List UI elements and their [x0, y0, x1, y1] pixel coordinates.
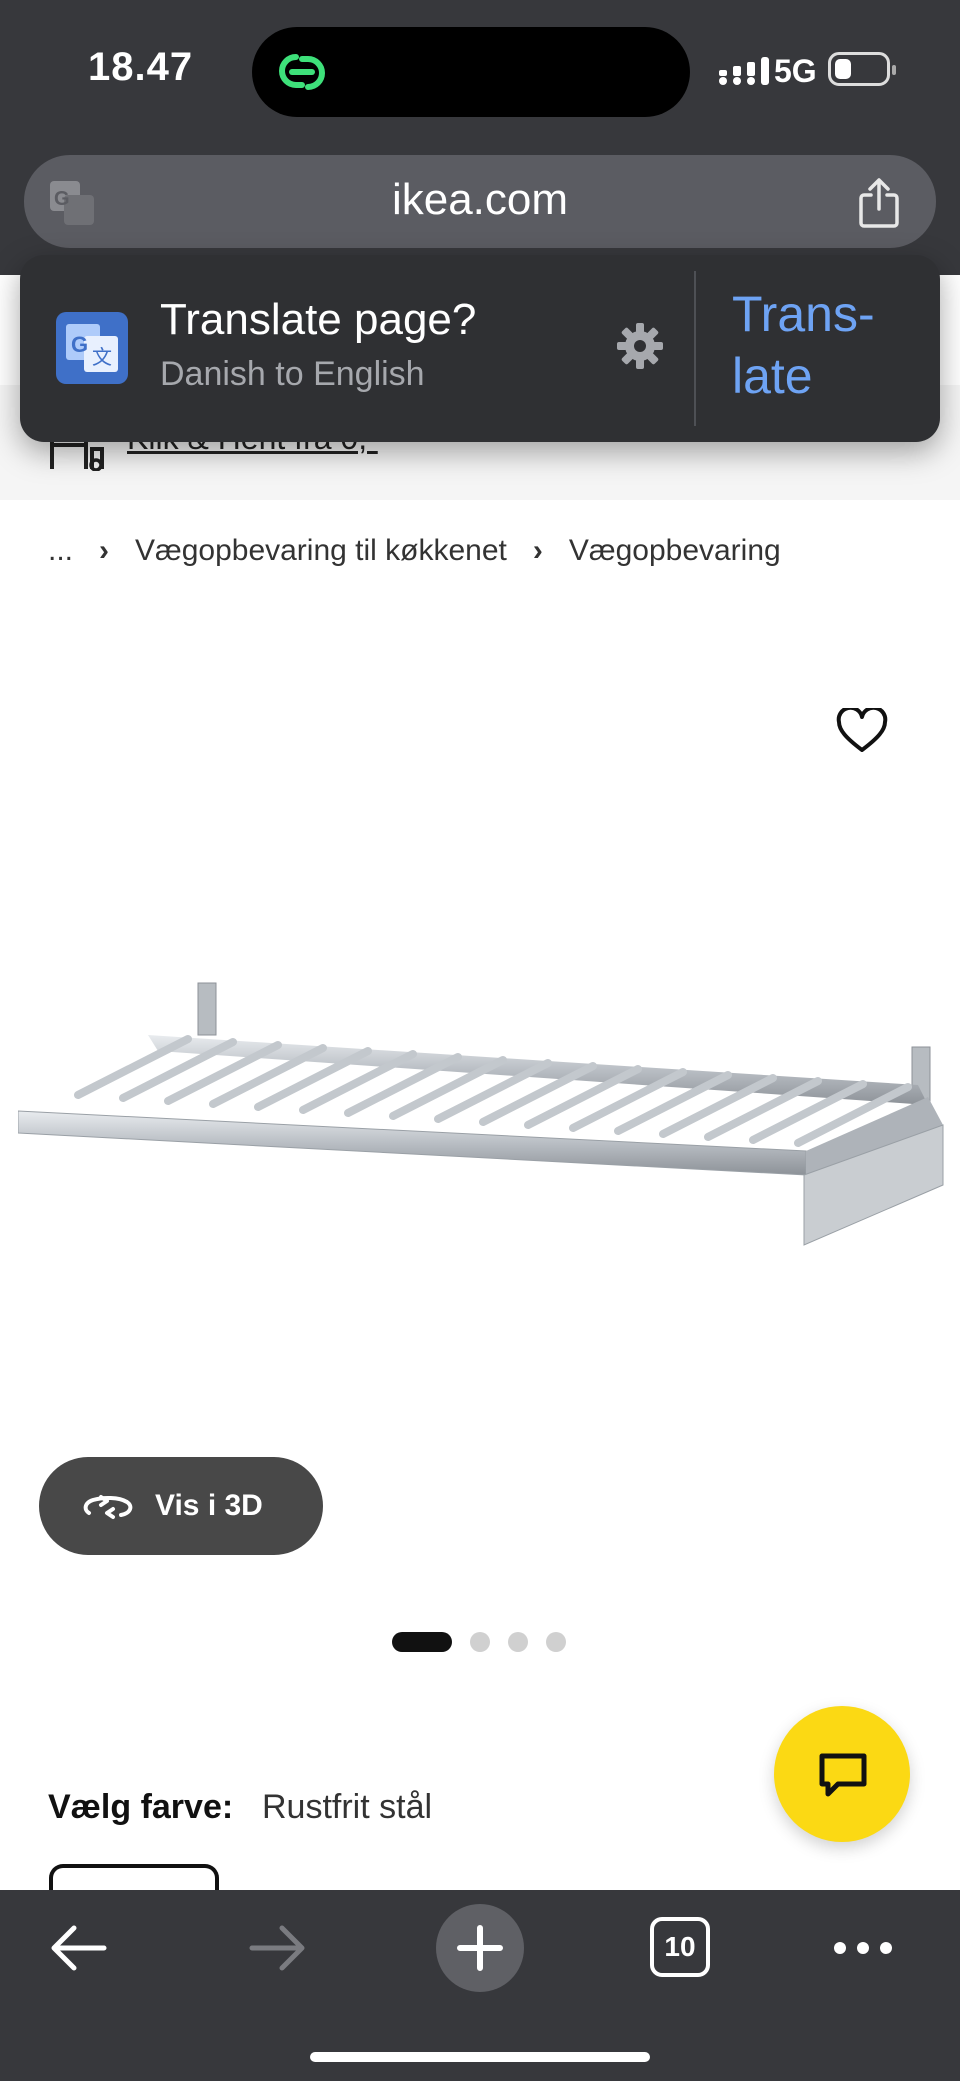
chat-button[interactable] [774, 1706, 910, 1842]
translate-title: Translate page? [160, 295, 477, 344]
chevron-right-icon: › [99, 534, 110, 567]
translate-button-line1: Trans- [732, 286, 875, 342]
arrow-right-icon [249, 1925, 305, 1971]
heart-icon[interactable] [836, 708, 888, 754]
network-type: 5G [774, 53, 817, 89]
browser-toolbar: 10 [0, 1890, 960, 2081]
more-menu-button[interactable] [832, 1932, 894, 1964]
translate-languages: Danish to English [160, 355, 425, 393]
svg-text:文: 文 [92, 345, 112, 369]
cellular-signal-icon [719, 57, 769, 85]
new-tab-button[interactable] [436, 1904, 524, 1992]
translate-button[interactable]: Trans- late [732, 283, 922, 407]
arrow-left-icon [51, 1925, 107, 1971]
view-in-3d-label: Vis i 3D [155, 1489, 263, 1522]
rotate-3d-icon [83, 1495, 133, 1519]
pagination-dot-active[interactable] [392, 1632, 452, 1652]
status-time: 18.47 [88, 45, 194, 89]
plus-icon [457, 1925, 503, 1971]
svg-text:G: G [71, 332, 88, 357]
address-bar[interactable]: G ikea.com [24, 155, 936, 248]
dynamic-island [252, 27, 690, 117]
gallery-pagination [392, 1632, 566, 1652]
back-button[interactable] [48, 1920, 108, 1976]
color-value: Rustfrit stål [262, 1788, 433, 1826]
pagination-dot[interactable] [546, 1632, 566, 1652]
product-image[interactable] [18, 975, 946, 1255]
breadcrumb-ellipsis[interactable]: ... [48, 534, 73, 568]
url-text[interactable]: ikea.com [24, 175, 936, 225]
chat-bubble-icon [819, 1753, 867, 1797]
translate-popup: G 文 Translate page? Danish to English Tr… [20, 255, 940, 442]
battery-icon [828, 52, 896, 86]
more-dots-icon [834, 1942, 892, 1954]
translate-button-line2: late [732, 348, 813, 404]
tab-switcher-button[interactable]: 10 [650, 1917, 710, 1977]
popup-divider [694, 271, 696, 426]
google-translate-icon: G 文 [56, 312, 128, 384]
color-label: Vælg farve: [48, 1788, 234, 1826]
home-indicator [310, 2052, 650, 2062]
breadcrumb-item[interactable]: Vægopbevaring [569, 534, 781, 568]
gear-icon[interactable] [615, 321, 665, 371]
forward-button[interactable] [248, 1920, 308, 1976]
view-in-3d-button[interactable]: Vis i 3D [39, 1457, 323, 1555]
breadcrumb-item[interactable]: Vægopbevaring til køkkenet [135, 534, 507, 568]
breadcrumb: ... › Vægopbevaring til køkkenet › Vægop… [48, 534, 781, 568]
pagination-dot[interactable] [470, 1632, 490, 1652]
pagination-dot[interactable] [508, 1632, 528, 1652]
share-icon[interactable] [856, 177, 902, 229]
chevron-right-icon: › [532, 534, 543, 567]
browser-top-chrome: 18.47 5G G ikea.com [0, 0, 960, 275]
link-activity-icon [279, 54, 325, 90]
